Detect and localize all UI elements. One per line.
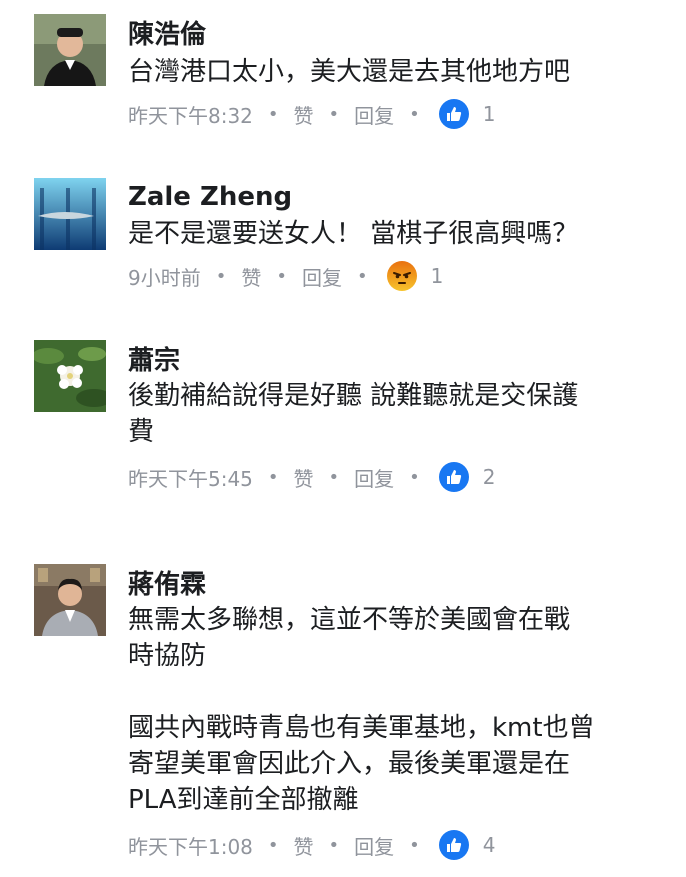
comment-line: 後勤補給說得是好聽 說難聽就是交保護 xyxy=(128,381,579,411)
comment-timestamp: 昨天下午8:32 xyxy=(128,103,253,128)
commenter-name[interactable]: Zale Zheng xyxy=(128,180,292,214)
like-button[interactable]: 赞 xyxy=(294,463,314,492)
reply-button[interactable]: 回复 xyxy=(354,831,394,860)
comment-line: 寄望美軍會因此介入，最後美軍還是在 xyxy=(128,749,571,779)
separator-dot: • xyxy=(328,834,340,856)
separator-dot: • xyxy=(276,265,287,287)
avatar[interactable] xyxy=(34,564,106,636)
like-button[interactable]: 赞 xyxy=(294,831,314,860)
commenter-name[interactable]: 蕭宗 xyxy=(128,344,180,378)
separator-dot: • xyxy=(328,103,340,125)
comment-line: 是不是還要送女人！ 當棋子很高興嗎？ xyxy=(128,219,579,249)
separator-dot: • xyxy=(215,265,227,287)
like-icon[interactable] xyxy=(438,99,469,129)
comment-line: 台灣港口太小，美大還是去其他地方吧 xyxy=(128,57,571,87)
separator-dot: • xyxy=(409,466,420,488)
reply-button[interactable]: 回复 xyxy=(354,463,394,492)
comment-line: 時協防 xyxy=(128,641,207,671)
separator-dot: • xyxy=(267,466,279,488)
comment-meta: 9小时前 • 赞 • 回复 • 1 xyxy=(128,259,443,293)
comment-timestamp: 昨天下午1:08 xyxy=(128,834,253,859)
separator-dot: • xyxy=(409,834,420,856)
commenter-name[interactable]: 陳浩倫 xyxy=(128,18,206,52)
separator-dot: • xyxy=(328,466,340,488)
angry-face-icon[interactable] xyxy=(386,261,417,291)
comment-line: 費 xyxy=(128,417,155,447)
comment-line xyxy=(128,674,628,710)
like-icon[interactable] xyxy=(438,462,469,492)
reply-button[interactable]: 回复 xyxy=(302,262,342,291)
comment-timestamp: 昨天下午5:45 xyxy=(128,466,253,491)
like-button[interactable]: 赞 xyxy=(294,100,314,129)
reaction-count[interactable]: 4 xyxy=(483,833,496,857)
reply-button[interactable]: 回复 xyxy=(354,100,394,129)
separator-dot: • xyxy=(267,103,279,125)
comment-line: 國共內戰時青島也有美軍基地，kmt也曾 xyxy=(128,713,595,743)
comment-text: 後勤補給說得是好聽 說難聽就是交保護費 xyxy=(128,378,628,450)
comment-text: 是不是還要送女人！ 當棋子很高興嗎？ xyxy=(128,216,628,252)
comment-meta: 昨天下午5:45 • 赞 • 回复 • 2 xyxy=(128,460,496,494)
reaction-count[interactable]: 2 xyxy=(483,465,496,489)
comment-timestamp: 9小时前 xyxy=(128,265,201,290)
comment-meta: 昨天下午8:32 • 赞 • 回复 • 1 xyxy=(128,97,496,131)
reaction-count[interactable]: 1 xyxy=(483,102,496,126)
commenter-name[interactable]: 蔣侑霖 xyxy=(128,568,206,602)
separator-dot: • xyxy=(267,834,279,856)
avatar[interactable] xyxy=(34,178,106,250)
avatar[interactable] xyxy=(34,14,106,86)
reaction-count[interactable]: 1 xyxy=(431,264,444,288)
avatar[interactable] xyxy=(34,340,106,412)
comment-line: PLA到達前全部撤離 xyxy=(128,785,359,815)
comment-text: 無需太多聯想，這並不等於美國會在戰 時協防國共內戰時青島也有美軍基地，kmt也曾寄… xyxy=(128,602,628,818)
like-icon[interactable] xyxy=(438,830,469,860)
comment-line: 無需太多聯想，這並不等於美國會在戰 xyxy=(128,605,571,635)
separator-dot: • xyxy=(356,265,368,287)
comment-text: 台灣港口太小，美大還是去其他地方吧 xyxy=(128,54,628,90)
like-button[interactable]: 赞 xyxy=(241,262,261,291)
comment-meta: 昨天下午1:08 • 赞 • 回复 • 4 xyxy=(128,828,496,862)
separator-dot: • xyxy=(409,103,420,125)
